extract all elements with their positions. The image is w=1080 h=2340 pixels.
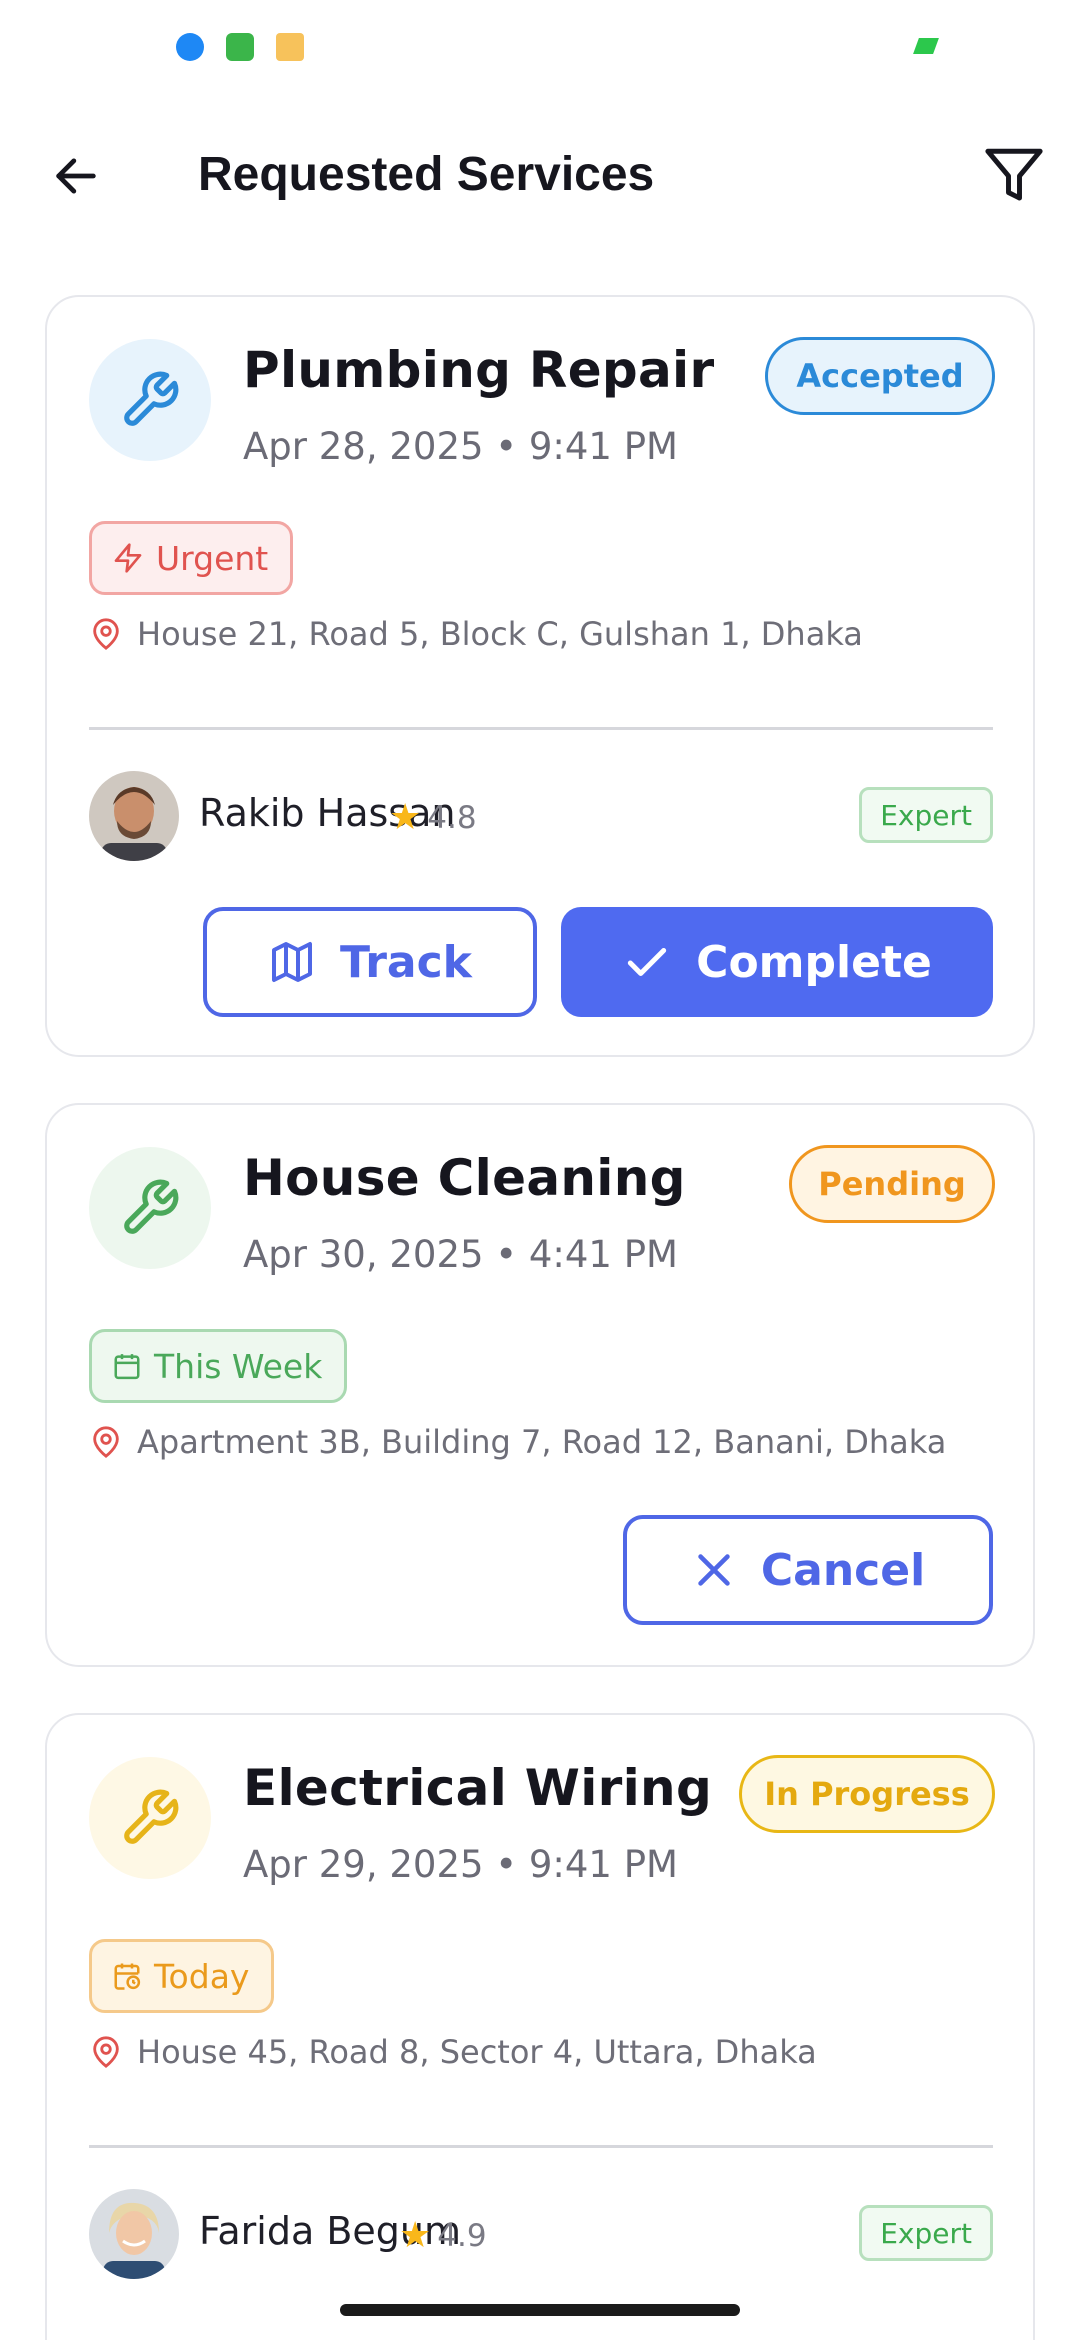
expert-badge: Expert <box>859 787 993 843</box>
status-badge: In Progress <box>739 1755 995 1833</box>
service-datetime: Apr 29, 2025 • 9:41 PM <box>243 1843 678 1886</box>
back-button[interactable] <box>40 140 112 212</box>
provider-row[interactable]: Rakib Hassan ★ 4.8 Expert <box>89 771 993 861</box>
wrench-icon <box>89 1757 211 1879</box>
provider-row[interactable]: Farida Begum ★ 4.9 Expert <box>89 2189 993 2279</box>
wrench-icon <box>89 1147 211 1269</box>
battery-icon <box>913 38 939 54</box>
app-bar: Requested Services <box>0 120 1080 230</box>
notes-notification-icon <box>276 33 304 61</box>
address: Apartment 3B, Building 7, Road 12, Banan… <box>89 1423 946 1461</box>
address-text: House 21, Road 5, Block C, Gulshan 1, Dh… <box>137 615 863 653</box>
status-badge: Accepted <box>765 337 995 415</box>
divider <box>89 2145 993 2148</box>
service-datetime: Apr 28, 2025 • 9:41 PM <box>243 425 678 468</box>
calendar-icon <box>114 1354 140 1380</box>
provider-rating: ★ 4.8 <box>389 797 477 838</box>
service-card-electrical[interactable]: Electrical Wiring Apr 29, 2025 • 9:41 PM… <box>45 1713 1035 2340</box>
provider-rating: ★ 4.9 <box>399 2215 487 2256</box>
service-title: House Cleaning <box>243 1149 686 1207</box>
status-badge: Pending <box>789 1145 995 1223</box>
avatar <box>89 2189 179 2279</box>
cancel-button[interactable]: Cancel <box>623 1515 993 1625</box>
close-icon <box>698 1554 730 1586</box>
complete-label: Complete <box>696 936 932 988</box>
calendar-clock-icon <box>114 1963 141 1990</box>
home-indicator[interactable] <box>340 2304 740 2316</box>
divider <box>89 727 993 730</box>
rating-value: 4.9 <box>437 2217 487 2254</box>
status-bar <box>0 0 1080 96</box>
wrench-icon <box>89 339 211 461</box>
address: House 21, Road 5, Block C, Gulshan 1, Dh… <box>89 615 863 653</box>
check-icon <box>627 948 667 976</box>
messenger-notification-icon <box>176 33 204 61</box>
expert-badge: Expert <box>859 2205 993 2261</box>
map-pin-icon <box>93 618 119 650</box>
address-text: House 45, Road 8, Sector 4, Uttara, Dhak… <box>137 2033 817 2071</box>
address-text: Apartment 3B, Building 7, Road 12, Banan… <box>137 1423 947 1461</box>
avatar <box>89 771 179 861</box>
android-notification-icon <box>226 33 254 61</box>
service-card-cleaning[interactable]: House Cleaning Apr 30, 2025 • 4:41 PM Pe… <box>45 1103 1035 1667</box>
address: House 45, Road 8, Sector 4, Uttara, Dhak… <box>89 2033 817 2071</box>
service-card-plumbing[interactable]: Plumbing Repair Apr 28, 2025 • 9:41 PM A… <box>45 295 1035 1057</box>
service-title: Electrical Wiring <box>243 1759 713 1817</box>
service-title: Plumbing Repair <box>243 341 715 399</box>
complete-button[interactable]: Complete <box>561 907 993 1017</box>
schedule-tag: Today <box>89 1939 275 2013</box>
tag-label: Urgent <box>156 538 269 578</box>
star-icon: ★ <box>389 797 422 838</box>
map-pin-icon <box>93 1426 119 1458</box>
map-pin-icon <box>93 2036 119 2068</box>
map-icon <box>272 942 313 982</box>
cancel-label: Cancel <box>760 1544 926 1596</box>
urgency-tag: Urgent <box>89 521 294 595</box>
rating-value: 4.8 <box>427 799 477 836</box>
track-button[interactable]: Track <box>203 907 537 1017</box>
track-label: Track <box>340 936 472 988</box>
star-icon: ★ <box>399 2215 432 2256</box>
schedule-tag: This Week <box>89 1329 348 1403</box>
lightning-icon <box>114 543 142 573</box>
filter-button[interactable] <box>976 138 1052 214</box>
filter-icon <box>985 148 1043 201</box>
tag-label: Today <box>154 1956 250 1996</box>
tag-label: This Week <box>154 1346 323 1386</box>
service-datetime: Apr 30, 2025 • 4:41 PM <box>243 1233 678 1276</box>
page-title: Requested Services <box>198 148 655 201</box>
arrow-left-icon <box>56 158 96 194</box>
